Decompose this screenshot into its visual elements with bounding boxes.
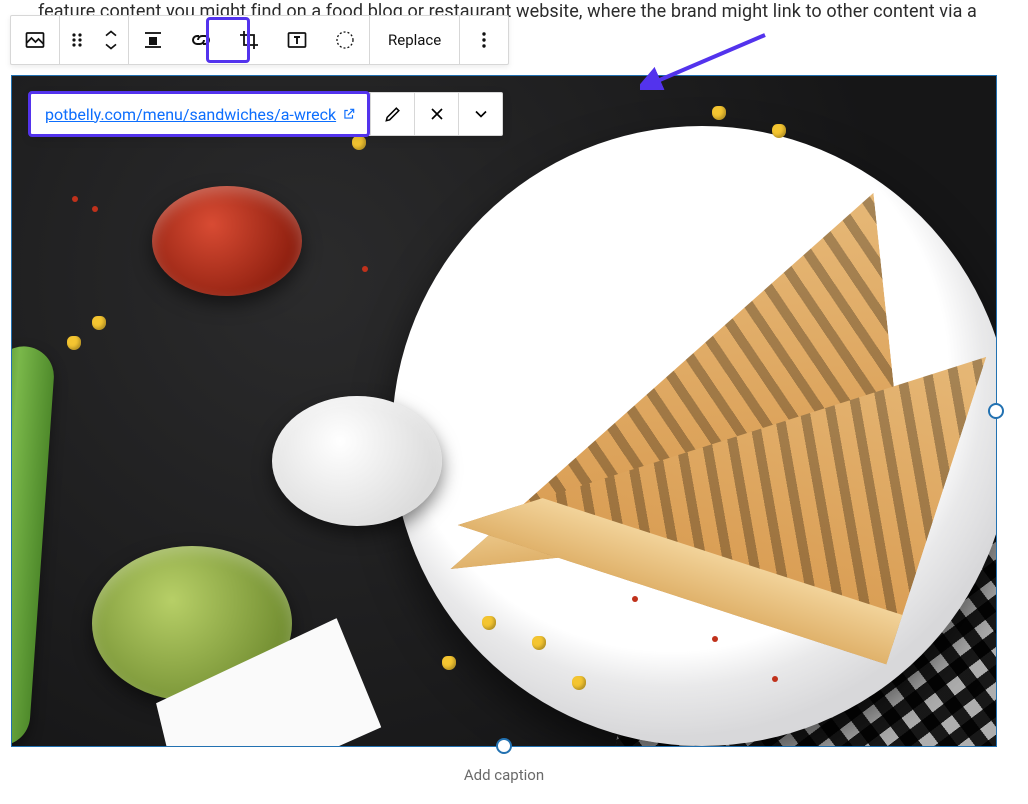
more-options-icon bbox=[472, 28, 496, 52]
crop-icon bbox=[237, 28, 261, 52]
drag-handle-icon bbox=[65, 28, 89, 52]
close-icon bbox=[427, 104, 447, 124]
pencil-icon bbox=[383, 104, 403, 124]
drag-handle[interactable] bbox=[60, 16, 94, 64]
chevron-down-icon bbox=[471, 104, 491, 124]
text-overlay-icon bbox=[285, 28, 309, 52]
align-icon bbox=[141, 28, 165, 52]
link-url[interactable]: potbelly.com/menu/sandwiches/a-wreck bbox=[31, 93, 370, 135]
caption-input[interactable]: Add caption bbox=[12, 756, 996, 794]
text-overlay-button[interactable] bbox=[273, 16, 321, 64]
duotone-button[interactable] bbox=[321, 16, 369, 64]
link-popover: potbelly.com/menu/sandwiches/a-wreck bbox=[30, 92, 503, 136]
image-icon bbox=[23, 28, 47, 52]
image-block[interactable] bbox=[12, 76, 996, 746]
move-buttons[interactable] bbox=[94, 16, 128, 64]
link-settings-button[interactable] bbox=[458, 93, 502, 135]
more-options-button[interactable] bbox=[460, 16, 508, 64]
remove-link-button[interactable] bbox=[414, 93, 458, 135]
image-content bbox=[12, 76, 996, 746]
duotone-icon bbox=[333, 28, 357, 52]
link-icon bbox=[189, 28, 213, 52]
block-toolbar: Replace bbox=[10, 15, 509, 65]
align-button[interactable] bbox=[129, 16, 177, 64]
resize-handle-right[interactable] bbox=[988, 403, 1004, 419]
move-up-down-icon bbox=[102, 29, 120, 51]
block-type-button[interactable] bbox=[11, 16, 59, 64]
external-link-icon bbox=[342, 107, 356, 121]
link-button[interactable] bbox=[177, 16, 225, 64]
crop-button[interactable] bbox=[225, 16, 273, 64]
link-url-text: potbelly.com/menu/sandwiches/a-wreck bbox=[45, 105, 336, 124]
replace-button[interactable]: Replace bbox=[370, 16, 459, 64]
edit-link-button[interactable] bbox=[370, 93, 414, 135]
resize-handle-bottom[interactable] bbox=[496, 738, 512, 754]
